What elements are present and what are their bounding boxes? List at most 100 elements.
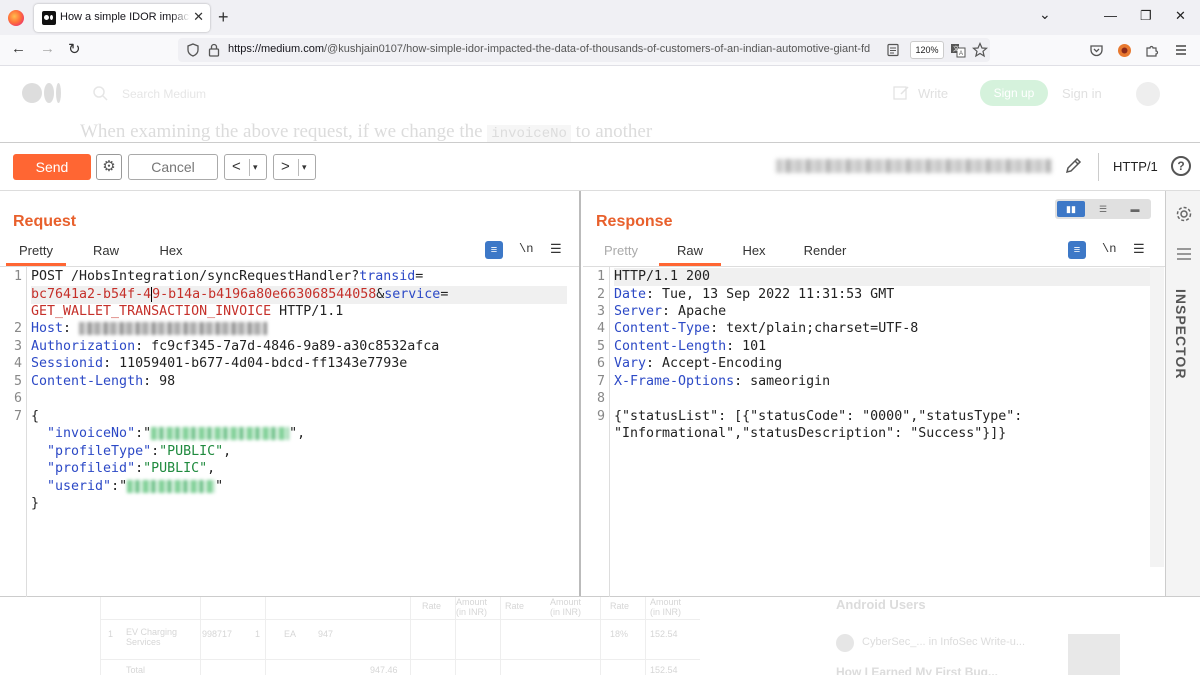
tab-close-icon[interactable]: ✕ xyxy=(193,9,204,25)
tab-hex[interactable]: Hex xyxy=(724,240,784,266)
avatar[interactable] xyxy=(1136,82,1160,106)
inspector-settings-icon[interactable] xyxy=(1175,205,1193,223)
stacked-view-icon[interactable]: ☰ xyxy=(1089,201,1117,217)
table-cell: 947.46 xyxy=(370,665,398,675)
code-line: Date: Tue, 13 Sep 2022 11:31:53 GMT xyxy=(614,286,894,304)
table-divider xyxy=(265,597,266,675)
redacted-target-host[interactable] xyxy=(776,159,1052,173)
request-title: Request xyxy=(13,213,77,230)
chevron-down-icon[interactable]: ▾ xyxy=(302,162,307,173)
send-button[interactable]: Send xyxy=(13,154,91,180)
wrap-lines-icon[interactable]: ≡ xyxy=(485,241,503,259)
forward-button[interactable]: → xyxy=(40,40,55,57)
table-divider xyxy=(100,659,700,660)
request-line: POST /HobsIntegration/syncRequestHandler… xyxy=(31,269,360,284)
protocol: HTTP/1.1 xyxy=(271,304,344,319)
settings-gear-icon[interactable]: ⚙ xyxy=(96,154,122,180)
code-line: X-Frame-Options: sameorigin xyxy=(614,373,830,391)
json-key: "userid" xyxy=(31,479,112,494)
close-window-button[interactable]: ✕ xyxy=(1175,8,1186,24)
param-sep: = xyxy=(440,287,449,302)
author-avatar[interactable] xyxy=(836,634,854,652)
response-editor[interactable]: 1 2 3 4 5 6 7 8 9 HTTP/1.1 200 Date: Tue… xyxy=(583,267,1165,597)
cancel-button[interactable]: Cancel xyxy=(128,154,218,180)
code-line: } xyxy=(31,496,40,511)
restore-button[interactable]: ❐ xyxy=(1140,8,1152,24)
navigation-bar: ← → ↻ https://medium.com/@kushjain0107/h… xyxy=(0,35,1200,66)
code-line: GET_WALLET_TRANSACTION_INVOICE HTTP/1.1 xyxy=(31,303,343,321)
redacted-user-id xyxy=(127,479,216,493)
single-view-icon[interactable]: ▬ xyxy=(1121,201,1149,217)
edit-pencil-icon[interactable] xyxy=(1064,155,1084,175)
reload-button[interactable]: ↻ xyxy=(68,40,81,58)
scrollbar[interactable] xyxy=(1150,267,1164,567)
reader-view-icon[interactable] xyxy=(886,43,900,57)
table-header: Amount (in INR) xyxy=(456,597,488,617)
pane-menu-icon[interactable]: ☰ xyxy=(1133,241,1145,257)
http-version-toggle[interactable]: HTTP/1 xyxy=(1113,159,1158,174)
tab-pretty[interactable]: Pretty xyxy=(6,240,66,266)
response-body: "Informational","statusDescription": "Su… xyxy=(614,426,1007,441)
extension-badge-icon[interactable] xyxy=(1117,43,1132,58)
table-divider xyxy=(100,619,700,620)
json-key: "profileid" xyxy=(31,461,136,476)
tab-hex[interactable]: Hex xyxy=(141,240,201,266)
inspector-tab[interactable]: INSPECTOR xyxy=(1173,289,1189,379)
zoom-level[interactable]: 120% xyxy=(910,41,944,59)
line-number: 4 xyxy=(13,356,22,371)
newline-toggle-icon[interactable]: \n xyxy=(1102,242,1116,256)
sign-up-button[interactable]: Sign up xyxy=(980,80,1048,106)
code-line: Vary: Accept-Encoding xyxy=(614,355,782,373)
pane-menu-icon[interactable]: ☰ xyxy=(550,241,562,257)
article-text-b: to another xyxy=(570,121,653,142)
browser-tab[interactable]: How a simple IDOR impacted the data of t… xyxy=(34,4,210,32)
table-header: Rate xyxy=(505,601,525,611)
bookmark-star-icon[interactable] xyxy=(972,42,988,58)
sidebar-author[interactable]: CyberSec_... in InfoSec Write-u... xyxy=(862,636,1025,648)
history-forward-button[interactable]: > ▾ xyxy=(273,154,316,180)
wrap-lines-icon[interactable]: ≡ xyxy=(1068,241,1086,259)
layout-toggle: ▮▮ ☰ ▬ xyxy=(1055,199,1151,219)
url-text[interactable]: https://medium.com/@kushjain0107/how-sim… xyxy=(228,43,880,55)
shield-icon[interactable] xyxy=(186,43,200,57)
request-editor[interactable]: 1 2 3 4 5 6 7 POST /HobsIntegration/sync… xyxy=(0,267,579,597)
chevron-down-icon[interactable]: ▾ xyxy=(253,162,258,173)
extensions-puzzle-icon[interactable] xyxy=(1145,43,1160,58)
lock-icon[interactable] xyxy=(208,43,220,57)
medium-logo-icon[interactable] xyxy=(22,83,64,103)
minimize-button[interactable]: — xyxy=(1104,8,1117,23)
article-paragraph: When examining the above request, if we … xyxy=(80,121,652,143)
search-icon[interactable] xyxy=(92,85,108,101)
write-icon[interactable] xyxy=(892,84,910,102)
new-tab-button[interactable]: + xyxy=(218,7,229,28)
sidebar-post-title[interactable]: How I Earned My First Bug... xyxy=(836,665,998,675)
header-value: : text/plain;charset=UTF-8 xyxy=(710,321,919,336)
history-back-button[interactable]: < ▾ xyxy=(224,154,267,180)
tab-pretty[interactable]: Pretty xyxy=(591,240,651,266)
split-view-icon[interactable]: ▮▮ xyxy=(1057,201,1085,217)
tab-strip: How a simple IDOR impacted the data of t… xyxy=(0,0,1200,35)
param-value: bc7641a2-b54f-4 xyxy=(31,287,152,302)
tab-raw[interactable]: Raw xyxy=(76,240,136,266)
translate-icon[interactable]: 文A xyxy=(950,42,966,58)
inspector-list-icon[interactable] xyxy=(1176,247,1192,261)
code-line: "invoiceNo":" ", xyxy=(31,425,305,443)
firefox-logo-icon[interactable] xyxy=(8,10,24,26)
write-link[interactable]: Write xyxy=(918,86,948,101)
tab-title: How a simple IDOR impacted the data of t… xyxy=(60,11,190,23)
back-button[interactable]: ← xyxy=(11,40,26,57)
sidebar-thumbnail[interactable] xyxy=(1068,634,1120,675)
app-menu-icon[interactable] xyxy=(1174,43,1188,57)
url-bar[interactable]: https://medium.com/@kushjain0107/how-sim… xyxy=(178,38,990,62)
tab-raw[interactable]: Raw xyxy=(659,240,721,266)
newline-toggle-icon[interactable]: \n xyxy=(519,242,533,256)
tab-render[interactable]: Render xyxy=(791,240,859,266)
param-sep: = xyxy=(415,269,424,284)
sign-in-link[interactable]: Sign in xyxy=(1062,86,1102,101)
list-all-tabs-icon[interactable]: ⌄ xyxy=(1039,6,1051,23)
medium-search-input[interactable]: Search Medium xyxy=(122,87,206,101)
table-divider xyxy=(200,597,201,675)
help-icon[interactable]: ? xyxy=(1171,156,1191,176)
pocket-icon[interactable] xyxy=(1089,43,1104,58)
line-number: 3 xyxy=(596,304,605,319)
